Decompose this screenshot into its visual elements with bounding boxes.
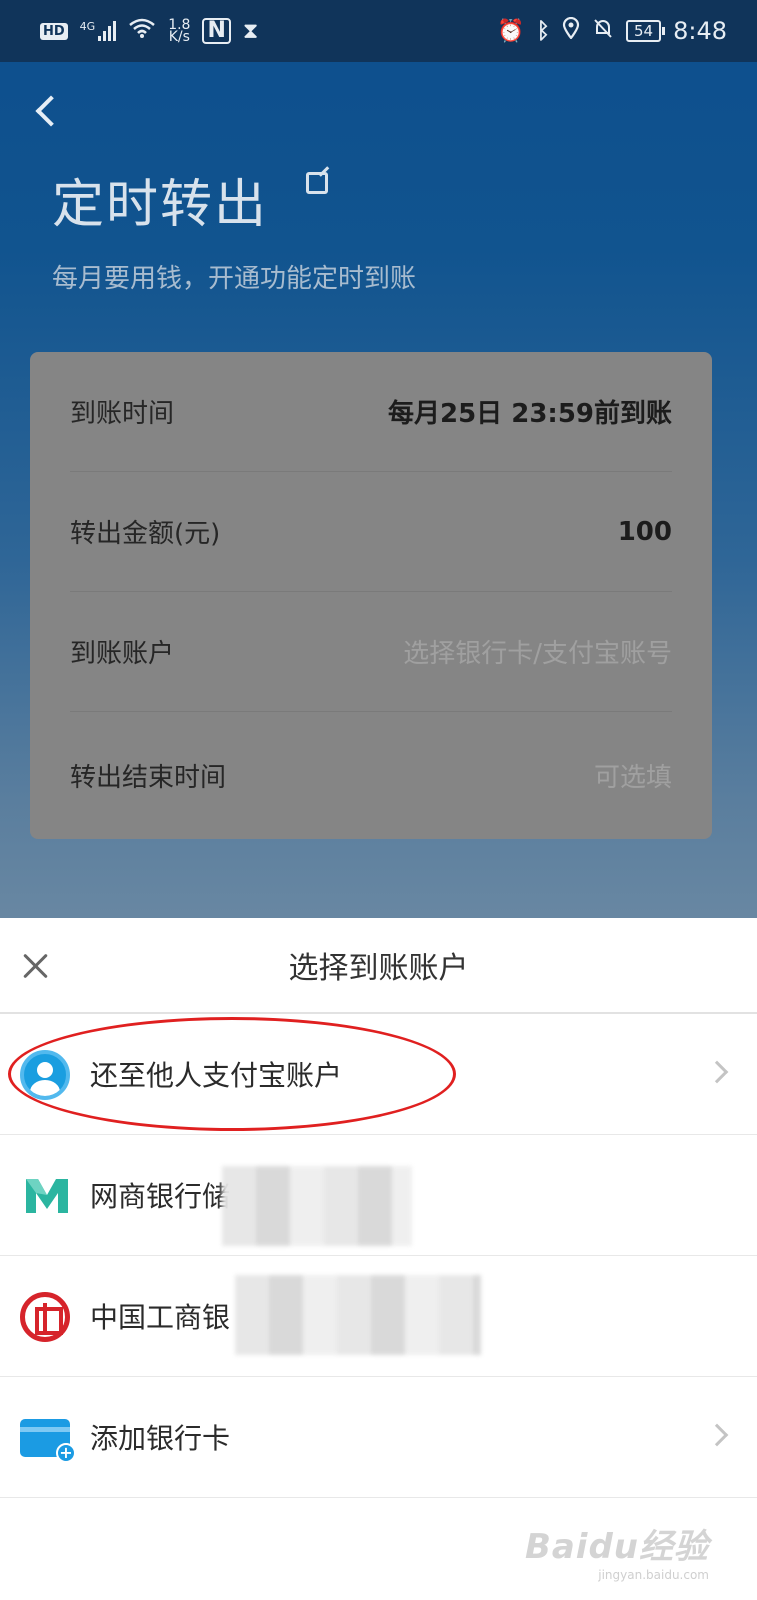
hd-icon: HD (40, 22, 68, 40)
arrival-account-label: 到账账户 (70, 639, 175, 669)
status-bar: HD 4G 1.8 K/s N ⧗ ⏰ ᛒ 54 8:48 (0, 0, 757, 62)
sheet-title: 选择到账账户 (288, 951, 469, 986)
network-speed: 1.8 K/s (168, 18, 190, 45)
account-item-label: 添加银行卡 (90, 1422, 231, 1455)
mute-bell-icon (592, 17, 614, 45)
page-title: 定时转出 (52, 175, 269, 235)
speed-unit: K/s (168, 29, 190, 45)
watermark: Baidu经验 jingyan.baidu.com (525, 1519, 709, 1582)
bluetooth-icon: ᛒ (536, 18, 550, 44)
chevron-right-icon (705, 1423, 729, 1447)
alarm-icon: ⏰ (497, 18, 525, 44)
end-time-row[interactable]: 转出结束时间 可选填 (70, 712, 672, 839)
watermark-url: jingyan.baidu.com (598, 1568, 709, 1582)
transfer-amount-row[interactable]: 转出金额(元) 100 (70, 472, 672, 592)
location-icon (562, 16, 580, 45)
back-arrow-icon[interactable] (32, 94, 60, 130)
battery-icon: 54 (626, 20, 666, 42)
arrival-account-placeholder: 选择银行卡/支付宝账号 (403, 639, 672, 669)
transfer-form-card: 到账时间 每月25日 23:59前到账 转出金额(元) 100 到账账户 选择银… (30, 352, 712, 839)
transfer-amount-value: 100 (617, 516, 672, 547)
sheet-header: 选择到账账户 (0, 918, 757, 1014)
arrival-account-row[interactable]: 到账账户 选择银行卡/支付宝账号 (70, 592, 672, 712)
signal-icon: 4G (80, 21, 117, 41)
close-icon[interactable] (20, 950, 52, 982)
network-type: 4G (79, 20, 96, 33)
account-item-label: 中国工商银 (90, 1301, 231, 1334)
watermark-logo: Baidu经验 (524, 1527, 709, 1567)
privacy-mosaic (222, 1166, 412, 1246)
annotation-ellipse (8, 1017, 456, 1131)
privacy-mosaic (235, 1275, 481, 1355)
arrival-time-label: 到账时间 (70, 399, 175, 429)
end-time-label: 转出结束时间 (70, 763, 227, 793)
end-time-placeholder: 可选填 (593, 763, 672, 793)
arrival-time-row[interactable]: 到账时间 每月25日 23:59前到账 (70, 352, 672, 472)
add-card-icon: + (20, 1419, 76, 1463)
chevron-right-icon (705, 1060, 729, 1084)
arrival-time-value: 每月25日 23:59前到账 (388, 399, 672, 429)
add-bank-card-item[interactable]: + 添加银行卡 (0, 1377, 757, 1498)
mybank-icon (24, 1175, 70, 1215)
transfer-amount-label: 转出金额(元) (70, 519, 221, 549)
hourglass-icon: ⧗ (242, 18, 259, 44)
account-item-label: 网商银行储 (90, 1180, 231, 1213)
nfc-icon: N (202, 18, 231, 44)
select-account-sheet: 选择到账账户 还至他人支付宝账户 网商银行储 中国工商银 + 添加银行卡 (0, 918, 757, 1600)
wifi-icon (128, 17, 156, 45)
icbc-icon (20, 1292, 70, 1342)
page-subtitle: 每月要用钱，开通功能定时到账 (52, 264, 417, 294)
edit-icon[interactable] (306, 172, 328, 194)
clock: 8:48 (673, 17, 727, 45)
